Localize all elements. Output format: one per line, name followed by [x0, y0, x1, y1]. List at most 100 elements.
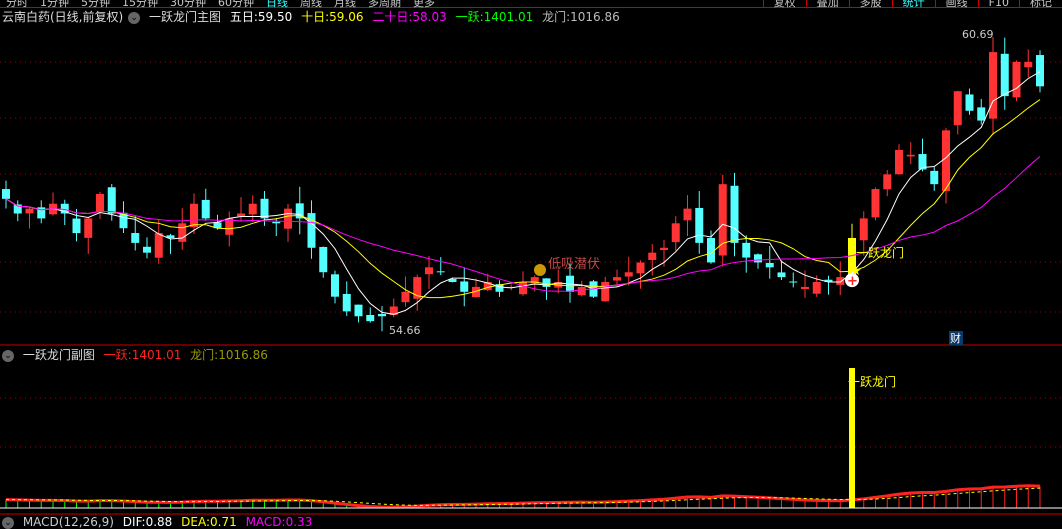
period-tab[interactable]: 周线: [294, 0, 328, 8]
main-chart-header: 云南白药(日线,前复权) ⌄ 一跃龙门主图 五日:59.50 十日:59.06 二…: [2, 10, 625, 24]
candle-up: [895, 149, 903, 175]
candle-down: [378, 313, 386, 317]
candle-down: [166, 235, 175, 238]
plus-icon: +: [847, 274, 858, 289]
candle-down: [918, 154, 927, 170]
sub-yiyue-label: 一跃:: [103, 348, 132, 362]
tool-button[interactable]: 复权: [762, 0, 806, 8]
candle-up: [848, 237, 856, 279]
dea-line: [5, 487, 1041, 506]
ma10-value: 59.06: [329, 10, 364, 24]
candle-down: [765, 262, 774, 268]
macd-indicator-name[interactable]: MACD(12,26,9): [23, 515, 114, 529]
ma20-line: [5, 156, 1041, 292]
candle-up: [683, 208, 692, 221]
period-tab[interactable]: 更多: [407, 0, 441, 8]
candle-down: [566, 275, 574, 292]
dif-value: 0.88: [145, 515, 173, 529]
dif-line: [5, 484, 1041, 509]
candle-down: [695, 207, 704, 243]
period-tab[interactable]: 日线: [260, 0, 294, 8]
candle-down: [143, 246, 151, 253]
yiyue-value: 1401.01: [483, 10, 534, 24]
candle-up: [613, 277, 621, 281]
candle-down: [366, 314, 375, 322]
candle-up: [413, 277, 422, 299]
yiyue-label: 一跃:: [455, 10, 484, 24]
tool-button[interactable]: 标记: [1019, 0, 1062, 8]
sub-signal-label: 一跃龙门: [848, 374, 896, 389]
period-tab[interactable]: 15分钟: [116, 0, 164, 8]
period-tab[interactable]: 30分钟: [164, 0, 212, 8]
candle-up: [883, 174, 892, 190]
tool-button[interactable]: 画线: [934, 0, 978, 8]
candle-down: [13, 204, 22, 214]
candle-up: [25, 208, 34, 214]
candle-up: [577, 286, 586, 296]
tool-button[interactable]: F10: [977, 0, 1019, 8]
candle-up: [601, 282, 610, 302]
strategy-label: 低吸潜伏: [548, 257, 600, 272]
candle-down: [272, 221, 281, 224]
candle-down: [119, 212, 128, 229]
candle-down: [213, 222, 222, 229]
ma5-label: 五日:: [229, 10, 258, 24]
tool-button[interactable]: 统计: [891, 0, 935, 8]
finance-label[interactable]: 财: [950, 331, 961, 345]
low-price-label: 54.66: [389, 324, 421, 337]
dea-label: DEA:: [181, 515, 211, 529]
dif-label: DIF:: [122, 515, 146, 529]
candle-down: [1036, 55, 1044, 87]
candle-down: [707, 238, 715, 263]
candle-down: [60, 203, 69, 214]
candle-up: [871, 189, 880, 218]
chevron-down-icon[interactable]: ⌄: [2, 349, 14, 362]
period-tab[interactable]: 60分钟: [212, 0, 260, 8]
period-tab[interactable]: 月线: [328, 0, 362, 8]
candle-down: [331, 274, 339, 297]
dea-value: 0.71: [210, 515, 237, 529]
candle-up: [507, 286, 516, 288]
candle-up: [178, 223, 187, 242]
candle-down: [789, 281, 798, 283]
candle-down: [354, 304, 363, 317]
period-toolbar: 分时 1分钟 5分钟 15分钟 30分钟 60分钟 日线 周线 月线 多周期 更多 复权 叠加 多股 统计画…: [0, 0, 1062, 8]
candle-up: [49, 203, 57, 215]
candle-down: [1000, 53, 1009, 97]
high-price-label: 60.69: [962, 28, 994, 41]
candle-up: [1024, 61, 1033, 68]
kline-chart[interactable]: +★ 60.69 54.66 低吸潜伏 一跃龙门 一跃龙门 财: [0, 0, 1062, 529]
candle-up: [425, 267, 433, 275]
star-icon: ★: [850, 264, 862, 279]
period-tab[interactable]: 5分钟: [75, 0, 116, 8]
tool-button[interactable]: 叠加: [805, 0, 849, 8]
candle-down: [260, 198, 269, 219]
candle-down: [37, 207, 46, 219]
ma5-value: 59.50: [257, 10, 293, 24]
candle-up: [154, 233, 163, 258]
candle-up: [1012, 61, 1021, 98]
candle-down: [589, 281, 598, 297]
money-bag-icon: [534, 264, 546, 276]
finance-icon[interactable]: [949, 331, 963, 345]
period-tab[interactable]: 分时: [0, 0, 34, 8]
candle-up: [812, 282, 821, 294]
period-tab[interactable]: 1分钟: [34, 0, 75, 8]
ma5-line: [5, 71, 1041, 315]
ma10-label: 十日:: [301, 10, 330, 24]
tool-button[interactable]: 多股: [848, 0, 892, 8]
sub-indicator-name[interactable]: 一跃龙门副图: [23, 348, 95, 362]
chevron-down-icon[interactable]: ⌄: [2, 516, 14, 529]
macd-header: ⌄ MACD(12,26,9) DIF:0.88 DEA:0.71 MACD:0…: [2, 515, 317, 529]
candle-up: [671, 223, 680, 243]
candle-down: [107, 187, 116, 214]
candle-down: [342, 293, 351, 312]
candle-down: [436, 271, 445, 273]
candle-up: [530, 277, 539, 284]
candle-up: [624, 272, 633, 277]
candle-up: [84, 218, 93, 238]
period-tab[interactable]: 多周期: [362, 0, 407, 8]
candle-down: [319, 246, 328, 273]
chevron-down-icon[interactable]: ⌄: [128, 11, 141, 24]
indicator-name[interactable]: 一跃龙门主图: [149, 10, 221, 24]
